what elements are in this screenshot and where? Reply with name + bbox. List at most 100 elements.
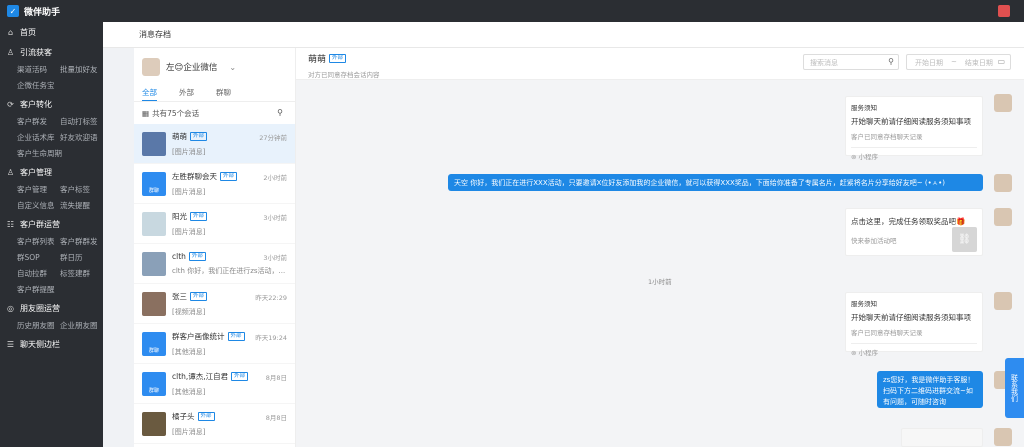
conversation-name: 橘子头 [172,411,195,421]
external-tag: 外部 [190,291,208,301]
conversation-time: 8月8日 [265,414,287,422]
tab-group[interactable]: 群聊 [216,86,231,101]
sidebar-icon: ☰ [6,339,15,349]
archive-consent-text: 对方已同意存档会话内容 [308,71,380,79]
sidebar-item[interactable]: 自定义信息 [17,198,60,214]
sidebar-item[interactable]: 客户管理 [17,182,60,198]
sidebar-item[interactable]: 渠道活码 [17,62,60,78]
conversation-avatar [142,411,166,436]
conversation-avatar [142,131,166,156]
search-icon[interactable]: ⚲ [277,108,283,117]
transfer-icon: ⟳ [7,99,14,109]
conversation-item[interactable]: 张三 外部 [视频消息] 昨天22:29 [134,284,295,324]
conversation-time: 27分钟前 [259,134,287,142]
end-date[interactable]: 结束日期 [965,58,993,67]
chat-panel: 萌萌 外部 对方已同意存档会话内容 搜索消息 ⚲ 开始日期 ~ 结束日期 ▭ 服… [296,48,1024,447]
sidebar-section-title[interactable]: ♙ 引流获客 [0,42,103,62]
conversation-item[interactable]: 群聊 clth,谭杰,江自君 外部 [其他消息] 8月8日 [134,364,295,404]
sidebar-section-title[interactable]: ☷ 客户群运营 [0,214,103,234]
conversation-name: 群客户画像统计 [172,331,225,341]
conversation-item[interactable]: 橘子头 外部 [图片消息] 8月8日 [134,404,295,444]
sidebar-item[interactable]: 批量加好友 [60,62,103,78]
conversation-time: 3小时前 [263,254,287,262]
conversation-item[interactable]: 群聊 群客户画像统计 外部 [其他消息] 昨天19:24 [134,324,295,364]
conversation-item[interactable]: 阳光 外部 [图片消息] 3小时前 [134,204,295,244]
message-bubble: zs您好，我是微伴助手客服！扫码下方二维码进群交流~如有问题，可随时咨询 [877,371,983,408]
user-avatar[interactable] [998,5,1010,17]
conversation-preview: [视频消息] [172,307,206,316]
user-icon: ♙ [6,47,15,57]
time-separator: 1小时前 [648,278,672,286]
sidebar-item[interactable]: 企业朋友圈 [60,318,103,334]
miniprogram-card[interactable]: 服务须知 开始聊天前请仔细阅读服务须知事项 客户已同意存档聊天记录 ⊚ 小程序 [845,292,983,357]
conversation-preview: [其他消息] [172,347,206,356]
chat-header: 萌萌 外部 对方已同意存档会话内容 搜索消息 ⚲ 开始日期 ~ 结束日期 ▭ [296,48,1024,80]
moments-icon: ◎ [7,303,14,313]
external-tag: 外部 [227,331,245,341]
sidebar-section-title[interactable]: ☰ 聊天侧边栏 [0,334,103,354]
sidebar-section-title[interactable]: ⟳ 客户转化 [0,94,103,114]
sidebar-item[interactable]: 客户群提醒 [17,282,60,298]
sender-avatar [994,428,1012,446]
search-icon: ⚲ [888,57,894,66]
sidebar-item[interactable]: 群日历 [60,250,103,266]
sidebar-item[interactable]: 客户群群发 [60,234,103,250]
contact-us-button[interactable]: 联系我们 [1005,358,1024,418]
tab-all[interactable]: 全部 [142,86,157,101]
home-icon: ⌂ [7,27,14,37]
conversation-item[interactable]: clth 外部 clth 你好，我们正在进行zs活动，... 3小时前 [134,244,295,284]
external-tag: 外部 [190,131,208,141]
start-date[interactable]: 开始日期 [915,58,943,67]
sidebar-item[interactable]: 标签建群 [60,266,103,282]
conversation-preview: [其他消息] [172,387,206,396]
message-bubble: 天空 你好，我们正在进行XXX活动，只要邀请X位好友添加我的企业微信，就可以获得… [448,174,983,191]
sidebar-item[interactable]: 企业话术库 [17,130,60,146]
external-tag: 外部 [190,211,208,221]
external-tag: 外部 [231,371,249,381]
conversation-preview: [图片消息] [172,187,206,196]
sidebar-item[interactable]: 客户群列表 [17,234,60,250]
miniprogram-icon: ⊚ [851,153,859,161]
conversation-avatar: 群聊 [142,371,166,396]
link-card[interactable]: 点击这里，完成任务领取奖品吧🎁 快来参加活动吧 ⛓ [845,208,983,256]
conversation-preview: [图片消息] [172,147,206,156]
sidebar-item[interactable]: 好友欢迎语 [60,130,103,146]
link-icon: ⛓ [952,227,977,252]
sidebar-item[interactable]: 自动打标签 [60,114,103,130]
conversation-avatar: 群聊 [142,171,166,196]
calendar-icon: ▭ [997,57,1005,66]
image-message[interactable] [901,428,983,447]
sidebar-item[interactable]: 客户群发 [17,114,60,130]
conversation-name: 阳光 [172,211,187,221]
conversation-item[interactable]: 萌萌 外部 [图片消息] 27分钟前 [134,124,295,164]
message-search-input[interactable]: 搜索消息 ⚲ [803,54,899,70]
account-selector[interactable]: 左😊企业微信 ⌄ [134,48,295,86]
group-icon: ☷ [6,219,15,229]
date-range-picker[interactable]: 开始日期 ~ 结束日期 ▭ [906,54,1011,70]
miniprogram-card[interactable]: 服务须知 开始聊天前请仔细阅读服务须知事项 客户已同意存档聊天记录 ⊚ 小程序 [845,96,983,161]
sidebar-section-title[interactable]: ◎ 朋友圈运营 [0,298,103,318]
conversation-time: 3小时前 [263,214,287,222]
miniprogram-icon: ⊚ [851,349,859,357]
conversation-item[interactable]: 群聊 左胜群聊会天 外部 [图片消息] 2小时前 [134,164,295,204]
sidebar-item[interactable]: 客户标签 [60,182,103,198]
conversation-name: 张三 [172,291,187,301]
sidebar-item[interactable]: 历史朋友圈 [17,318,60,334]
conversation-preview: [图片消息] [172,427,206,436]
app-title: 微伴助手 [24,7,61,18]
conversation-avatar [142,251,166,276]
sidebar-item[interactable]: 客户生命周期 [17,146,103,162]
sidebar-item[interactable]: 群SOP [17,250,60,266]
user-icon: ♙ [6,167,15,177]
sidebar-item[interactable]: 企微任务宝 [17,78,60,94]
conversation-avatar: 群聊 [142,331,166,356]
tab-external[interactable]: 外部 [179,86,194,101]
sidebar-item-home[interactable]: ⌂ 首页 [0,22,103,42]
sidebar-section-title[interactable]: ♙ 客户管理 [0,162,103,182]
sidebar-item[interactable]: 自动拉群 [17,266,60,282]
conversation-panel: 左😊企业微信 ⌄ 全部 外部 群聊 ▦ 共有75个会话 ⚲ 萌萌 外部 [图片消息]… [134,48,296,447]
conversation-time: 昨天19:24 [255,334,287,342]
external-tag: 外部 [220,171,238,181]
external-tag: 外部 [197,411,215,421]
sidebar-item[interactable]: 流失提醒 [60,198,103,214]
